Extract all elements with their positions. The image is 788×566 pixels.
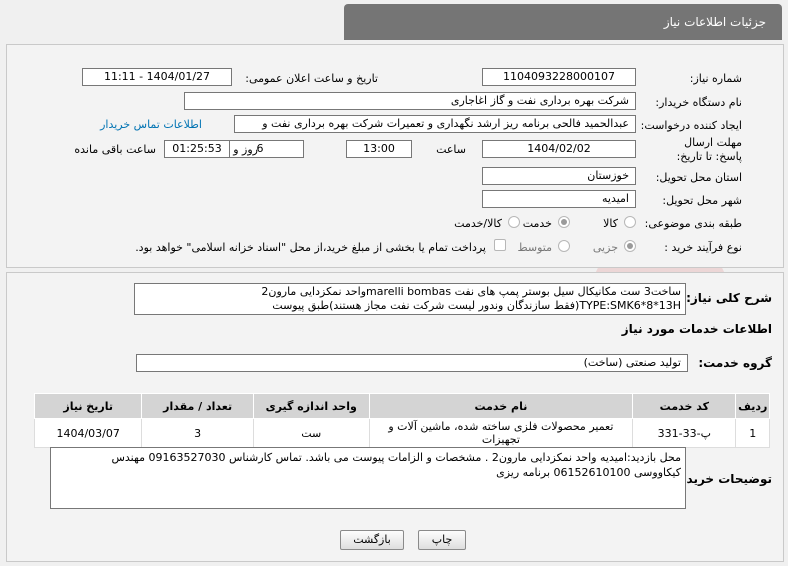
buyer-notes-line-1: محل بازدید:امیدیه واحد نمکزدایی مارون2 .… (111, 451, 681, 464)
days-label: روز و (233, 143, 258, 156)
col-unit: واحد اندازه گیری (252, 393, 370, 419)
process-option-minor: جزیی (592, 241, 618, 254)
service-name-cell: تعمیر محصولات فلزی ساخته شده، ماشین آلات… (368, 418, 634, 448)
service-code-cell: پ-33-331 (632, 418, 737, 448)
category-option-goods-service: کالا/خدمت (454, 217, 502, 230)
col-service-name: نام خدمت (368, 393, 634, 419)
process-radio-minor[interactable] (624, 240, 636, 252)
need-date-cell: 1404/03/07 (33, 418, 143, 448)
services-table: ردیف کد خدمت نام خدمت واحد اندازه گیری ت… (33, 393, 770, 448)
quantity-cell: 3 (141, 418, 254, 448)
buyer-notes-line-2: کیکاووسی 06152610100 برنامه ریزی (496, 466, 681, 479)
creator-label: ایجاد کننده درخواست: (640, 119, 742, 132)
page-title-tab: جزئیات اطلاعات نیاز (344, 4, 782, 40)
city-label: شهر محل تحویل: (662, 194, 742, 207)
buyer-org-field: شرکت بهره برداری نفت و گاز اغاجاری (184, 92, 636, 110)
page-title: جزئیات اطلاعات نیاز (663, 15, 766, 29)
description-box: ساخت3 ست مکانیکال سیل بوستر پمپ های نفت … (134, 283, 686, 315)
category-radio-service[interactable] (558, 216, 570, 228)
back-button[interactable]: بازگشت (340, 530, 404, 550)
deadline-label: مهلت ارسال پاسخ: تا تاریخ: (676, 136, 742, 163)
deadline-time-label: ساعت (436, 143, 466, 156)
province-field: خوزستان (482, 167, 636, 185)
remaining-time-field: 01:25:53 (164, 140, 230, 158)
process-option-medium: متوسط (517, 241, 552, 254)
services-table-header: ردیف کد خدمت نام خدمت واحد اندازه گیری ت… (33, 393, 770, 419)
unit-cell: ست (252, 418, 370, 448)
remaining-time-label: ساعت باقی مانده (74, 143, 156, 156)
need-number-label: شماره نیاز: (689, 72, 742, 85)
description-line-1: ساخت3 ست مکانیکال سیل بوستر پمپ های نفت … (261, 285, 681, 298)
announce-date-label: تاریخ و ساعت اعلان عمومی: (245, 72, 378, 85)
description-line-2: TYPE:SMK6*8*13H(فقط سازندگان وندور لیست … (272, 299, 681, 312)
col-need-date: تاریخ نیاز (33, 393, 143, 419)
deadline-time-field: 13:00 (346, 140, 412, 158)
category-option-service: خدمت (522, 217, 552, 230)
treasury-payment-note: پرداخت تمام یا بخشی از مبلغ خرید،از محل … (135, 241, 486, 254)
category-radio-goods[interactable] (624, 216, 636, 228)
creator-field: عبدالحمید فالحی برنامه ریز ارشد نگهداری … (234, 115, 636, 133)
category-option-goods: کالا (603, 217, 618, 230)
services-section-title: اطلاعات خدمات مورد نیاز (621, 322, 772, 336)
table-row: 1 پ-33-331 تعمیر محصولات فلزی ساخته شده،… (33, 418, 770, 448)
buyer-notes-box: محل بازدید:امیدیه واحد نمکزدایی مارون2 .… (50, 447, 686, 509)
buyer-contact-link[interactable]: اطلاعات تماس خریدار (100, 118, 202, 131)
treasury-payment-checkbox[interactable] (494, 239, 506, 251)
process-radio-medium[interactable] (558, 240, 570, 252)
print-button[interactable]: چاپ (418, 530, 466, 550)
province-label: استان محل تحویل: (655, 171, 742, 184)
city-field: امیدیه (482, 190, 636, 208)
buyer-org-label: نام دستگاه خریدار: (655, 96, 742, 109)
col-row-number: ردیف (735, 393, 770, 419)
description-label: شرح کلی نیاز: (686, 291, 772, 305)
col-quantity: تعداد / مقدار (141, 393, 254, 419)
category-label: طبقه بندی موضوعی: (644, 217, 742, 230)
row-number-cell: 1 (735, 418, 770, 448)
category-radio-goods-service[interactable] (508, 216, 520, 228)
announce-date-field: 1404/01/27 - 11:11 (82, 68, 232, 86)
service-group-field: تولید صنعتی (ساخت) (136, 354, 688, 372)
process-type-label: نوع فرآیند خرید : (664, 241, 742, 254)
deadline-date-field: 1404/02/02 (482, 140, 636, 158)
service-group-label: گروه خدمت: (698, 356, 772, 370)
col-service-code: کد خدمت (632, 393, 737, 419)
need-number-field: 1104093228000107 (482, 68, 636, 86)
